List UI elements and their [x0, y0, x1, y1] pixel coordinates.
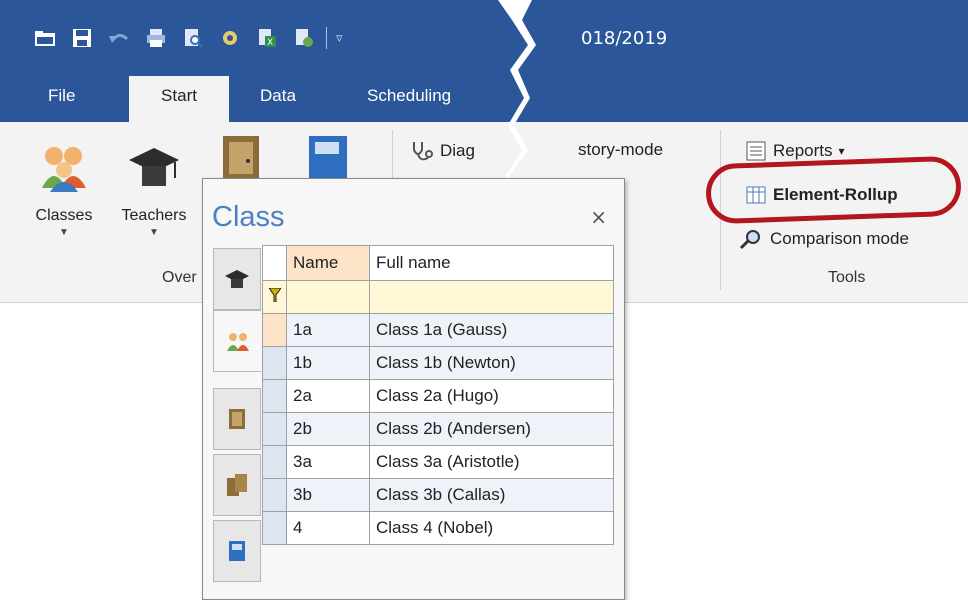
tab-data[interactable]: Data — [260, 86, 296, 106]
classes-label: Classes — [35, 207, 93, 224]
cell-full-name[interactable]: Class 1a (Gauss) — [369, 313, 614, 347]
print-preview-icon[interactable] — [182, 28, 204, 48]
export-excel-icon[interactable]: X — [256, 28, 278, 48]
side-tab-rooms[interactable] — [213, 388, 261, 450]
history-mode-label: story-mode — [578, 140, 664, 159]
report-icon — [746, 141, 766, 161]
overview-group-label: Over — [162, 269, 197, 286]
side-tab-classes[interactable] — [213, 310, 261, 372]
book-icon — [229, 541, 245, 561]
cell-name[interactable]: 2b — [286, 412, 370, 446]
cell-name[interactable]: 4 — [286, 511, 370, 545]
teachers-label: Teachers — [121, 207, 187, 224]
class-grid: Name Full name 1a Class 1a (Gauss) 1b Cl… — [262, 245, 614, 545]
door-icon — [229, 409, 245, 429]
column-header-full-name[interactable]: Full name — [369, 245, 614, 281]
export-icon[interactable] — [293, 28, 315, 48]
undo-icon[interactable] — [108, 28, 130, 48]
settings-gear-icon[interactable] — [219, 28, 241, 48]
tab-file[interactable]: File — [48, 86, 75, 106]
teachers-button[interactable]: Teachers ▼ — [112, 142, 196, 238]
history-mode-button[interactable]: story-mode — [578, 140, 663, 160]
quick-access-toolbar: X ▿ — [34, 27, 343, 49]
filter-icon[interactable] — [262, 280, 287, 314]
table-row[interactable]: 3b Class 3b (Callas) — [262, 478, 614, 512]
table-row[interactable]: 3a Class 3a (Aristotle) — [262, 445, 614, 479]
classes-icon — [42, 147, 86, 192]
magnifier-icon — [739, 230, 760, 250]
reports-button[interactable]: Reports ▾ — [745, 140, 845, 162]
toolbar-separator — [326, 27, 327, 49]
table-row[interactable]: 4 Class 4 (Nobel) — [262, 511, 614, 545]
cell-full-name[interactable]: Class 2b (Andersen) — [369, 412, 614, 446]
cell-name[interactable]: 3b — [286, 478, 370, 512]
highlight-annotation — [705, 155, 962, 225]
row-header[interactable] — [262, 313, 287, 347]
customize-toolbar-icon[interactable]: ▿ — [336, 31, 343, 46]
row-header[interactable] — [262, 379, 287, 413]
cell-name[interactable]: 1a — [286, 313, 370, 347]
window-title: 018/2019 — [581, 28, 668, 49]
cell-full-name[interactable]: Class 1b (Newton) — [369, 346, 614, 380]
dialog-title: Class — [212, 201, 285, 233]
graduation-cap-icon — [129, 148, 179, 186]
row-header-corner — [262, 245, 287, 281]
chevron-down-icon: ▼ — [149, 227, 159, 238]
cell-full-name[interactable]: Class 3b (Callas) — [369, 478, 614, 512]
table-row[interactable]: 1b Class 1b (Newton) — [262, 346, 614, 380]
cell-name[interactable]: 2a — [286, 379, 370, 413]
comparison-mode-label: Comparison mode — [770, 229, 909, 248]
close-icon[interactable]: × — [590, 205, 607, 229]
doors-icon — [227, 474, 247, 496]
filter-name-input[interactable] — [286, 280, 370, 314]
stethoscope-icon — [413, 142, 433, 161]
save-icon[interactable] — [71, 28, 93, 48]
row-header[interactable] — [262, 346, 287, 380]
cell-full-name[interactable]: Class 3a (Aristotle) — [369, 445, 614, 479]
class-dialog: Class × Name Full name 1a Class 1a (Gaus… — [202, 178, 625, 600]
open-folder-icon[interactable] — [34, 28, 56, 48]
cell-name[interactable]: 1b — [286, 346, 370, 380]
tools-group-label: Tools — [828, 269, 866, 286]
filter-full-name-input[interactable] — [369, 280, 614, 314]
side-tab-subjects[interactable] — [213, 520, 261, 582]
cell-full-name[interactable]: Class 4 (Nobel) — [369, 511, 614, 545]
column-header-name[interactable]: Name — [286, 245, 370, 281]
table-row[interactable]: 1a Class 1a (Gauss) — [262, 313, 614, 347]
tab-start[interactable]: Start — [129, 76, 229, 122]
table-row[interactable]: 2b Class 2b (Andersen) — [262, 412, 614, 446]
side-tab-corridors[interactable] — [213, 454, 261, 516]
book-icon — [309, 136, 347, 178]
graduation-cap-icon — [225, 270, 249, 288]
row-header[interactable] — [262, 445, 287, 479]
comparison-mode-button[interactable]: Comparison mode — [738, 228, 909, 250]
classes-button[interactable]: Classes ▼ — [26, 142, 102, 238]
svg-text:X: X — [267, 38, 273, 48]
classes-icon — [226, 333, 249, 351]
row-header[interactable] — [262, 412, 287, 446]
cell-full-name[interactable]: Class 2a (Hugo) — [369, 379, 614, 413]
row-header[interactable] — [262, 478, 287, 512]
row-header[interactable] — [262, 511, 287, 545]
cell-name[interactable]: 3a — [286, 445, 370, 479]
chevron-down-icon: ▼ — [59, 227, 69, 238]
door-icon — [223, 136, 259, 178]
table-row[interactable]: 2a Class 2a (Hugo) — [262, 379, 614, 413]
reports-label: Reports — [773, 141, 833, 160]
side-tab-teachers[interactable] — [213, 248, 261, 310]
filter-row — [262, 280, 614, 314]
diagnosis-button[interactable]: Diag — [410, 140, 475, 162]
print-icon[interactable] — [145, 28, 167, 48]
chevron-down-icon: ▾ — [838, 144, 845, 158]
tab-scheduling[interactable]: Scheduling — [367, 86, 451, 106]
